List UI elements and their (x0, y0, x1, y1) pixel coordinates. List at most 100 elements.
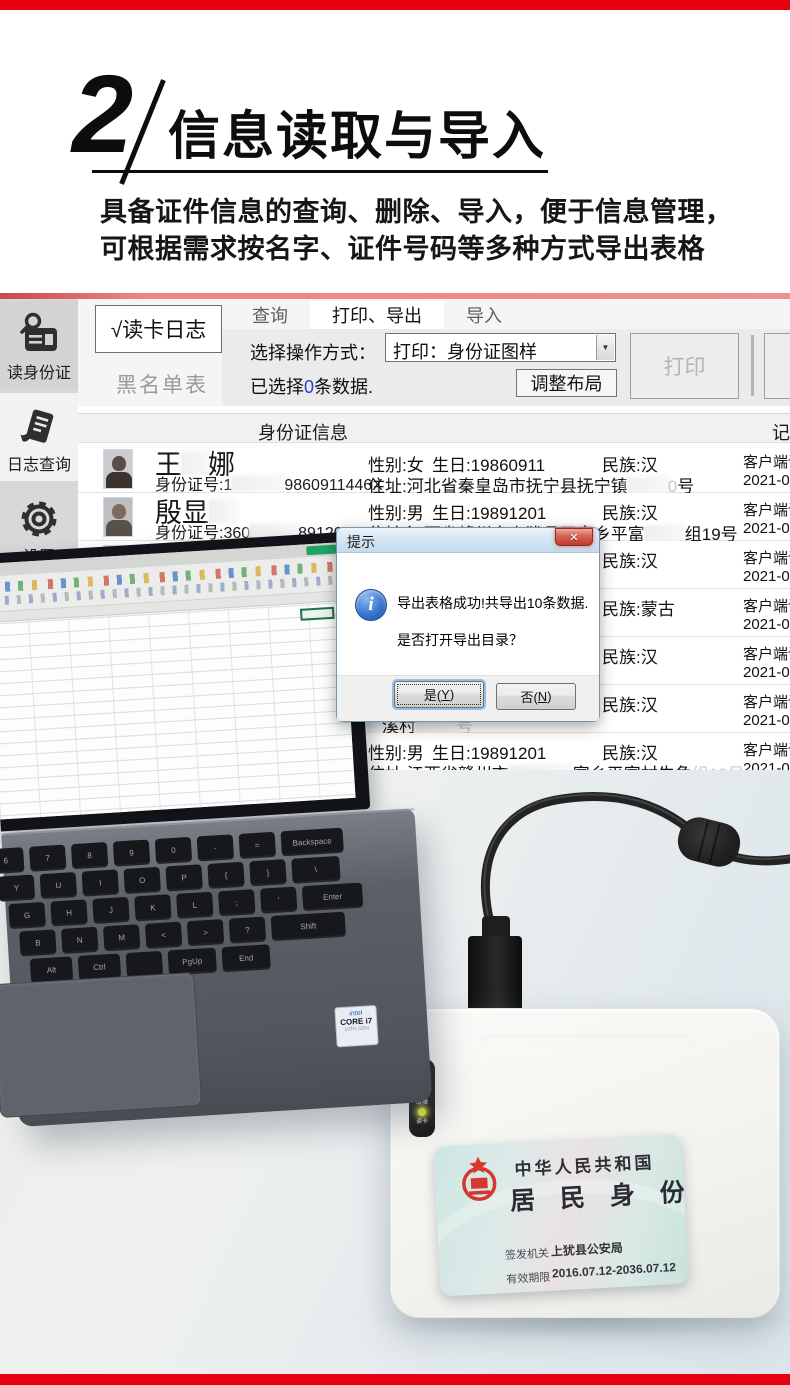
sidebar-item-log-query[interactable]: 日志查询 (0, 393, 78, 481)
keyboard-key: 6 (0, 847, 24, 874)
keyboard-key: = (239, 832, 276, 859)
dialog-body: i 导出表格成功!共导出10条数据. 是否打开导出目录？ 是(Y) 否(N) (337, 553, 599, 721)
keyboard-key: 0 (155, 837, 192, 864)
client-source: 客户端读 (743, 499, 790, 520)
keyboard-key: H (50, 899, 87, 926)
ethnicity: 民族:汉 (602, 691, 658, 716)
record-time: 2021-0 (743, 472, 790, 489)
keyboard-key: Enter (302, 883, 363, 912)
table-header-record: 记录 (772, 419, 790, 445)
tab-1[interactable]: 打印、导出 (310, 301, 444, 329)
client-source: 客户端读 (743, 643, 790, 664)
selected-count-value: 0 (304, 377, 314, 397)
info-icon: i (355, 589, 387, 621)
keyboard-key: { (207, 862, 244, 889)
client-source: 客户端读 (743, 547, 790, 568)
record-time: 2021-0 (743, 568, 790, 585)
sidebar-item-label: 读身份证 (0, 359, 78, 383)
table-row[interactable]: 王娜身份证号:19860911446X性别:女生日:19860911民族:汉住址… (78, 445, 790, 493)
keyboard-key: B (19, 929, 56, 956)
keyboard-key: I (82, 869, 119, 896)
keyboard-key: U (40, 872, 77, 899)
keyboard-key: 8 (71, 842, 108, 869)
sidebar-item-label: 日志查询 (0, 451, 78, 475)
section-title: 信息读取与导入 (168, 94, 546, 169)
reader-embossed-logo (481, 1035, 691, 1053)
close-icon[interactable]: ✕ (555, 528, 593, 546)
spreadsheet-grid (0, 602, 356, 819)
blacklist-label[interactable]: 黑名单表 (116, 369, 208, 399)
record-time: 2021-0 (743, 760, 790, 770)
log-document-icon (0, 403, 78, 451)
portrait-photo (103, 449, 133, 489)
dialog-titlebar: 提示 ✕ (337, 528, 599, 553)
card-log-button[interactable]: √读卡日志 (95, 305, 222, 353)
record-time: 2021-0 (743, 616, 790, 633)
toolbar-divider (751, 335, 754, 396)
record-time: 2021-0 (743, 664, 790, 681)
led-读卡 (418, 1108, 426, 1116)
tab-0[interactable]: 查询 (230, 301, 310, 329)
client-source: 客户端读 (743, 451, 790, 472)
heading-underline (92, 170, 548, 173)
chevron-down-icon[interactable]: ▼ (596, 335, 614, 360)
portrait-photo (103, 497, 133, 537)
print-button[interactable]: 打印 (630, 333, 739, 399)
keyboard-key: } (249, 859, 286, 886)
client-source: 客户端读 (743, 595, 790, 616)
keyboard-key: L (176, 892, 213, 919)
table-header: 身份证信息 记录 (78, 413, 790, 443)
keyboard-key: K (134, 894, 171, 921)
client-source: 客户端读 (743, 739, 790, 760)
faint-text-segment: 组19号 (692, 765, 745, 770)
laptop-screen (0, 531, 370, 831)
censored-blur (232, 477, 284, 490)
clipped-toolbar-button[interactable] (764, 333, 790, 399)
table-header-idinfo: 身份证信息 (258, 419, 348, 445)
keyboard-key: ; (218, 889, 255, 916)
ethnicity: 民族:蒙古 (602, 595, 675, 620)
tab-strip: 查询打印、导出导入 (230, 301, 524, 329)
chinese-id-card: 中华人民共和国 居 民 身 份 证 签发机关 上犹县公安局 有效期限 2016.… (433, 1134, 689, 1297)
description-line-2: 可根据需求按名字、证件号码等多种方式导出表格 (100, 227, 705, 266)
censored-blur (509, 766, 573, 770)
ethnicity: 民族:汉 (602, 643, 658, 668)
sidebar-item-read-id[interactable]: 读身份证 (0, 301, 78, 389)
dialog-message-1: 导出表格成功!共导出10条数据. (397, 593, 588, 613)
keyboard-key: O (123, 867, 160, 894)
led-label: 读卡 (416, 1118, 428, 1126)
keyboard-key: ' (260, 887, 297, 914)
usb-plug (468, 936, 522, 1012)
censored-blur (628, 478, 668, 492)
laptop-keyboard-deck: 67890-=BackspaceYUIOP{}\GHJKL;'EnterBNM<… (1, 808, 432, 1127)
keyboard-key: End (221, 944, 270, 972)
tab-2[interactable]: 导入 (444, 301, 524, 329)
keyboard-key: PgUp (168, 948, 217, 976)
keyboard-key: N (61, 927, 98, 954)
censored-blur (645, 526, 685, 540)
keyboard-key: - (197, 834, 234, 861)
laptop-trackpad (0, 972, 202, 1118)
adjust-layout-button[interactable]: 调整布局 (516, 369, 617, 397)
top-red-bar (0, 0, 790, 10)
record-time: 2021-0 (743, 520, 790, 537)
section-number: 2 (72, 60, 133, 170)
bottom-red-bar (0, 1374, 790, 1385)
intel-core-i7-sticker: intel CORE i7 10TH GEN (334, 1005, 378, 1047)
keyboard-key: 9 (113, 839, 150, 866)
card-issuer-label: 签发机关 (505, 1245, 550, 1263)
gear-icon (0, 495, 78, 543)
dialog-message-2: 是否打开导出目录？ (397, 630, 523, 650)
keyboard-key: < (145, 922, 182, 949)
address: 住址:江西省赣州市富乡平富村牛角组19号 (368, 760, 745, 770)
export-success-dialog: 提示 ✕ i 导出表格成功!共导出10条数据. 是否打开导出目录？ 是(Y) 否… (337, 528, 599, 721)
no-button[interactable]: 否(N) (496, 683, 576, 710)
keyboard-key: Shift (271, 912, 346, 941)
yes-button[interactable]: 是(Y) (394, 681, 484, 708)
keyboard-key: J (92, 897, 129, 924)
dialog-title: 提示 (347, 532, 375, 552)
keyboard-key: G (8, 902, 45, 929)
keyboard-key: 7 (29, 845, 66, 872)
keyboard-key: Y (0, 875, 35, 902)
operation-mode-select[interactable]: 打印：身份证图样 ▼ (385, 333, 616, 362)
